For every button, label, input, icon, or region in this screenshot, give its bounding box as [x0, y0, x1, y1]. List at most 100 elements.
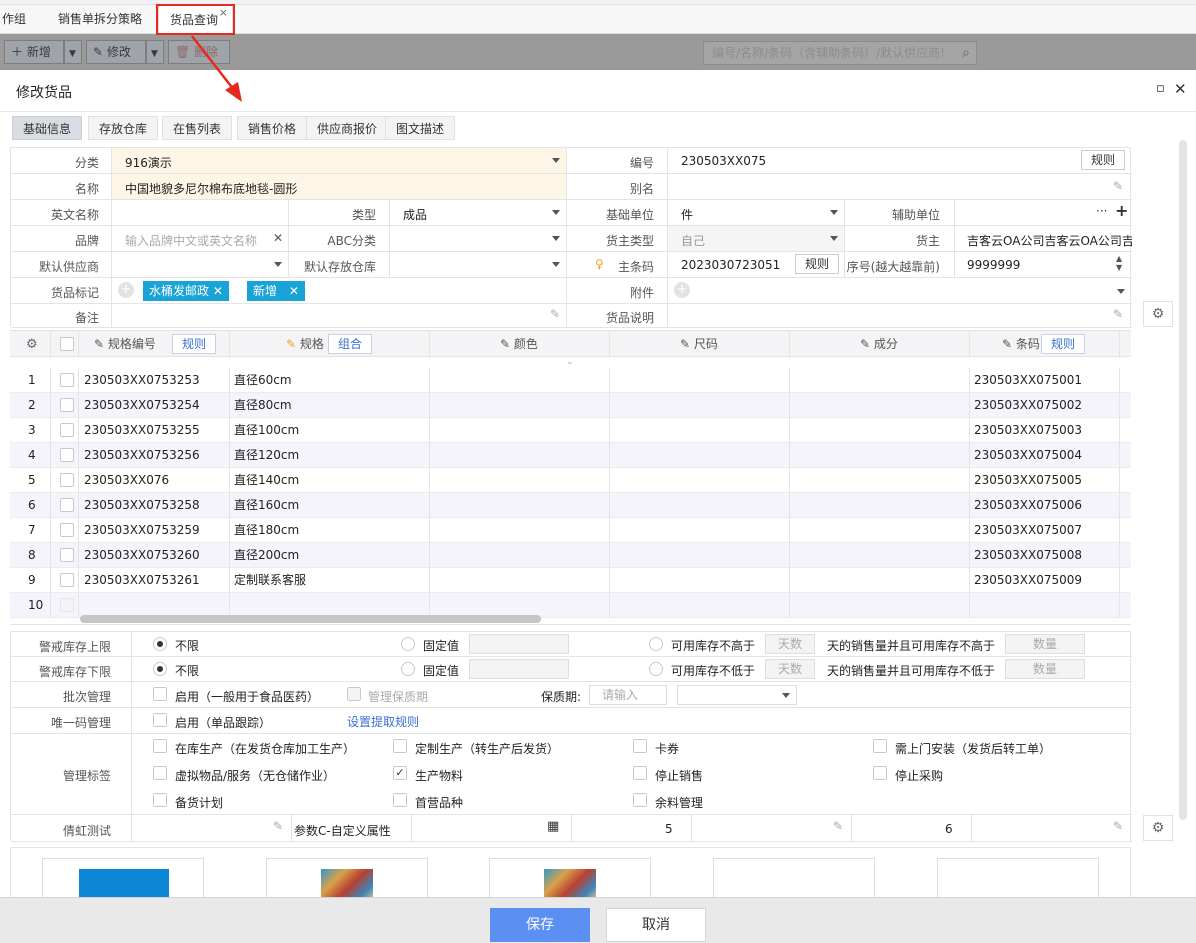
table-row[interactable]: 1 230503XX0753253 直径60cm 230503XX075001 [10, 368, 1131, 393]
image-card[interactable] [713, 858, 875, 900]
owner-type-select[interactable]: 自己 [667, 226, 844, 251]
supplier-select[interactable] [111, 252, 288, 277]
row-checkbox[interactable] [60, 373, 74, 387]
abc-select[interactable] [389, 226, 566, 251]
row-checkbox[interactable] [60, 398, 74, 412]
gear-icon[interactable]: ⚙ [26, 331, 38, 358]
mgmt-checkbox[interactable] [153, 793, 167, 807]
barcode-cell[interactable]: 230503XX075008 [974, 543, 1082, 568]
row-checkbox[interactable] [60, 573, 74, 587]
tab-sales-split[interactable]: 销售单拆分策略 [47, 5, 157, 34]
image-card[interactable] [937, 858, 1099, 900]
english-name-input[interactable] [111, 200, 288, 225]
upper-avail-radio[interactable] [649, 637, 663, 651]
close-icon[interactable]: ✕ [1174, 80, 1187, 98]
remove-tag-icon[interactable]: ✕ [213, 284, 223, 298]
cancel-button[interactable]: 取消 [606, 908, 706, 942]
mark-tag[interactable]: 新增 ✕ [247, 281, 305, 301]
search-input[interactable]: 编号/名称/条码（含辅助条码）/默认供应商! ⌕ [703, 41, 977, 65]
spec-code-cell[interactable]: 230503XX0753261 [84, 568, 200, 593]
subtab-price[interactable]: 销售价格 [237, 116, 308, 140]
maximize-icon[interactable]: ▫ [1156, 81, 1165, 96]
add-dropdown-button[interactable]: ▼ [64, 40, 82, 64]
barcode-rule-button[interactable]: 规则 [795, 254, 840, 274]
table-row[interactable]: 3 230503XX0753255 直径100cm 230503XX075003 [10, 418, 1131, 443]
dialog-scrollbar[interactable] [1179, 140, 1187, 820]
base-unit-select[interactable]: 件 [667, 200, 844, 225]
barcode-cell[interactable]: 230503XX075006 [974, 493, 1082, 518]
row-checkbox[interactable] [60, 548, 74, 562]
spec-cell[interactable]: 直径160cm [234, 493, 299, 518]
lower-fixed-input[interactable] [469, 659, 569, 679]
mgmt-checkbox[interactable] [633, 766, 647, 780]
edit-icon[interactable]: ✎ [273, 819, 283, 833]
code-rule-button[interactable]: 规则 [1081, 150, 1126, 170]
mgmt-checkbox[interactable] [153, 739, 167, 753]
mgmt-checkbox[interactable]: ✓ [393, 766, 407, 780]
table-row[interactable]: 6 230503XX0753258 直径160cm 230503XX075006 [10, 493, 1131, 518]
search-icon[interactable]: ⌕ [962, 42, 970, 64]
subtab-warehouse[interactable]: 存放仓库 [88, 116, 159, 140]
gear-icon[interactable]: ⚙ [1143, 815, 1173, 841]
mgmt-checkbox[interactable] [393, 739, 407, 753]
spec-cell[interactable]: 直径100cm [234, 418, 299, 443]
upper-fixed-input[interactable] [469, 634, 569, 654]
type-select[interactable]: 成品 [389, 200, 566, 225]
grid-horizontal-scrollbar[interactable] [80, 615, 541, 623]
seq-value[interactable]: 9999999 [967, 258, 1020, 272]
spec-code-cell[interactable]: 230503XX0753256 [84, 443, 200, 468]
mgmt-checkbox[interactable] [153, 766, 167, 780]
edit-icon[interactable]: ✎ [1113, 819, 1123, 833]
image-card[interactable] [489, 858, 651, 901]
barcode-cell[interactable]: 230503XX075001 [974, 368, 1082, 393]
mgmt-checkbox[interactable] [393, 793, 407, 807]
row-checkbox[interactable] [60, 498, 74, 512]
extract-rule-link[interactable]: 设置提取规则 [347, 713, 419, 730]
alias-input[interactable] [667, 174, 1132, 199]
unique-enable-checkbox[interactable] [153, 713, 167, 727]
brand-input[interactable]: 输入品牌中文或英文名称 ✕ [111, 226, 288, 251]
spec-cell[interactable]: 直径60cm [234, 368, 292, 393]
spec-code-cell[interactable]: 230503XX0753254 [84, 393, 200, 418]
lower-unlimited-radio[interactable] [153, 662, 167, 676]
edit-icon[interactable]: ✎ [833, 819, 843, 833]
owner-value[interactable]: 吉客云OA公司吉客云OA公司吉 [967, 232, 1132, 249]
period-input[interactable]: 请输入 [589, 685, 667, 705]
spec-cell[interactable]: 直径200cm [234, 543, 299, 568]
edit-button[interactable]: ✎ 修改 [86, 40, 146, 64]
shelf-life-checkbox[interactable] [347, 687, 361, 701]
table-row[interactable]: 9 230503XX0753261 定制联系客服 230503XX075009 [10, 568, 1131, 593]
spec-code-cell[interactable]: 230503XX0753255 [84, 418, 200, 443]
subtab-supplier-quote[interactable]: 供应商报价 [306, 116, 389, 140]
custom-value-2[interactable]: 6 [945, 822, 953, 836]
barcode-cell[interactable]: 230503XX075002 [974, 393, 1082, 418]
edit-icon[interactable]: ✎ [1113, 179, 1123, 193]
gear-icon[interactable]: ⚙ [1143, 301, 1173, 327]
tab-work-group[interactable]: 作组 [0, 5, 46, 34]
stepper-icon[interactable]: ▲ ▼ [1116, 254, 1122, 272]
upper-days-input[interactable]: 天数 [765, 634, 815, 654]
mgmt-checkbox[interactable] [633, 739, 647, 753]
image-card[interactable] [42, 858, 204, 901]
lower-avail-radio[interactable] [649, 662, 663, 676]
barcode-value[interactable]: 2023030723051 [681, 258, 780, 272]
custom-value-1[interactable]: 5 [665, 822, 673, 836]
clear-icon[interactable]: ✕ [273, 231, 283, 245]
subtab-description[interactable]: 图文描述 [385, 116, 456, 140]
upper-qty-input[interactable]: 数量 [1005, 634, 1085, 654]
plus-icon[interactable]: + [1115, 201, 1128, 220]
spec-cell[interactable]: 直径80cm [234, 393, 292, 418]
spec-cell[interactable]: 定制联系客服 [234, 568, 306, 593]
row-checkbox[interactable] [60, 523, 74, 537]
combo-button[interactable]: 组合 [328, 334, 373, 354]
subtab-on-sale[interactable]: 在售列表 [162, 116, 233, 140]
chevron-down-icon[interactable] [1117, 289, 1125, 294]
mgmt-checkbox[interactable] [873, 739, 887, 753]
add-button[interactable]: ＋ 新增 [4, 40, 64, 64]
row-checkbox[interactable] [60, 448, 74, 462]
mark-tag[interactable]: 水桶发邮政 ✕ [143, 281, 229, 301]
lower-fixed-radio[interactable] [401, 662, 415, 676]
barcode-cell[interactable]: 230503XX075003 [974, 418, 1082, 443]
code-value[interactable]: 230503XX075 [681, 154, 766, 168]
table-row[interactable]: 4 230503XX0753256 直径120cm 230503XX075004 [10, 443, 1131, 468]
